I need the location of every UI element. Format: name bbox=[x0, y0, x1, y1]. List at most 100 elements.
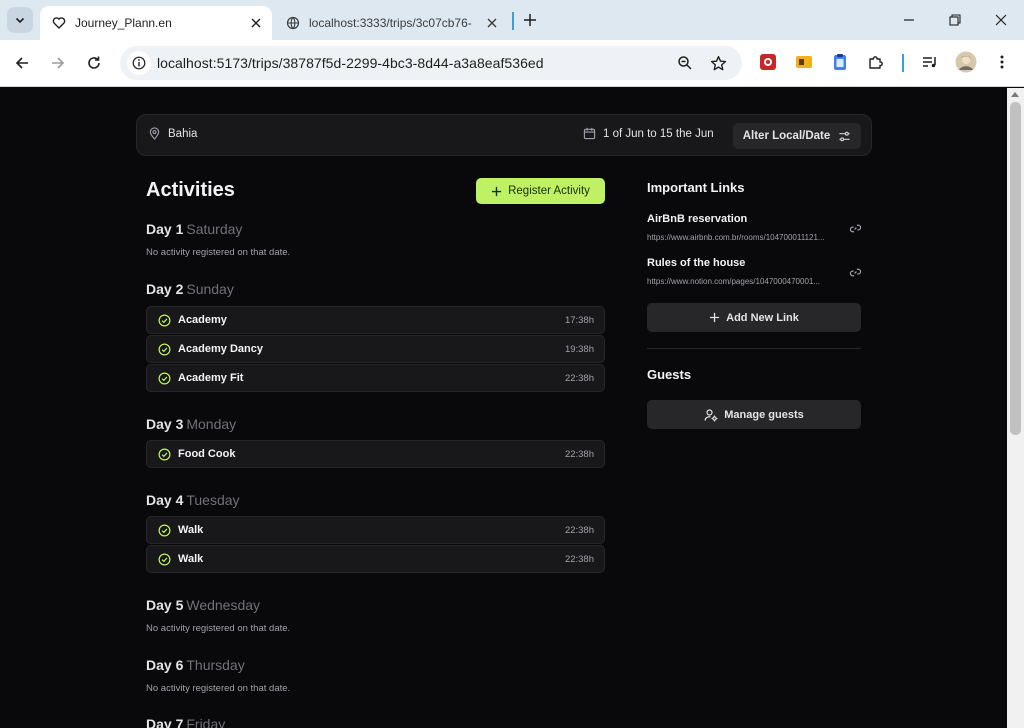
link-name: Rules of the house bbox=[647, 257, 746, 269]
reload-button[interactable] bbox=[80, 49, 108, 77]
activity-name: Academy Fit bbox=[178, 372, 244, 384]
profile-avatar-button[interactable] bbox=[955, 51, 977, 73]
activity-time: 19:38h bbox=[564, 344, 594, 355]
day-weekday: Wednesday bbox=[186, 597, 261, 613]
minimize-button[interactable] bbox=[889, 5, 929, 35]
empty-day-text: No activity registered on that date. bbox=[146, 247, 291, 258]
arrow-left-icon bbox=[15, 57, 28, 69]
close-icon bbox=[995, 14, 1007, 26]
address-bar[interactable]: localhost:5173/trips/38787f5d-2299-4bc3-… bbox=[120, 46, 742, 80]
tab-localhost-3333[interactable]: localhost:3333/trips/3c07cb76- bbox=[280, 6, 508, 40]
activity-name: Food Cook bbox=[178, 448, 236, 460]
zoom-icon bbox=[678, 56, 692, 70]
tab-title: localhost:3333/trips/3c07cb76- bbox=[309, 16, 472, 30]
info-icon bbox=[132, 56, 146, 70]
day-heading: Day 1 Saturday bbox=[146, 221, 242, 237]
avatar-icon bbox=[955, 51, 977, 73]
manage-guests-button[interactable]: Manage guests bbox=[647, 400, 861, 429]
activity-time: 17:38h bbox=[564, 315, 594, 326]
extension-clipboard-button[interactable] bbox=[829, 51, 851, 73]
site-info-button[interactable] bbox=[127, 51, 151, 75]
guests-title: Guests bbox=[647, 367, 692, 382]
browser-menu-button[interactable] bbox=[991, 51, 1013, 73]
day-heading: Day 3 Monday bbox=[146, 416, 236, 432]
toolbar-divider bbox=[902, 54, 904, 72]
check-circle-icon bbox=[158, 314, 171, 327]
extension-red-button[interactable] bbox=[757, 51, 779, 73]
plus-icon bbox=[524, 14, 536, 26]
link-icon[interactable] bbox=[847, 220, 863, 236]
day-number: Day 4 bbox=[146, 492, 184, 508]
tab-journey-plann[interactable]: Journey_Plann.en bbox=[40, 6, 272, 40]
scroll-up-arrow-icon[interactable] bbox=[1011, 92, 1019, 97]
globe-icon bbox=[286, 16, 300, 30]
day-heading: Day 6 Thursday bbox=[146, 657, 245, 673]
day-heading: Day 7 Friday bbox=[146, 716, 225, 728]
section-divider bbox=[647, 348, 861, 349]
activity-item[interactable]: Academy Fit 22:38h bbox=[146, 364, 605, 392]
puzzle-icon bbox=[869, 56, 883, 69]
tab-divider bbox=[512, 12, 514, 30]
plus-icon bbox=[492, 186, 502, 196]
restore-icon bbox=[949, 14, 961, 26]
activity-item[interactable]: Food Cook 22:38h bbox=[146, 440, 605, 468]
forward-button[interactable] bbox=[44, 49, 72, 77]
day-weekday: Sunday bbox=[186, 281, 234, 297]
browser-tab-strip: Journey_Plann.en localhost:3333/trips/3c… bbox=[0, 0, 1024, 40]
link-name: AirBnB reservation bbox=[647, 213, 748, 225]
back-button[interactable] bbox=[8, 49, 36, 77]
trip-header: Bahia 1 of Jun to 15 the Jun Alter Local… bbox=[136, 114, 872, 156]
check-circle-icon bbox=[158, 448, 171, 461]
minimize-icon bbox=[904, 19, 914, 21]
activity-time: 22:38h bbox=[564, 373, 594, 384]
activity-item[interactable]: Walk 22:38h bbox=[146, 545, 605, 573]
close-tab-icon[interactable] bbox=[244, 11, 268, 35]
register-label: Register Activity bbox=[508, 185, 590, 197]
restore-button[interactable] bbox=[935, 5, 975, 35]
browser-toolbar: localhost:5173/trips/38787f5d-2299-4bc3-… bbox=[0, 40, 1024, 87]
activity-item[interactable]: Academy Dancy 19:38h bbox=[146, 335, 605, 363]
day-weekday: Monday bbox=[186, 416, 237, 432]
check-circle-icon bbox=[158, 553, 171, 566]
extensions-button[interactable] bbox=[865, 51, 887, 73]
day-weekday: Thursday bbox=[186, 657, 245, 673]
more-vert-icon bbox=[1000, 55, 1004, 69]
activity-time: 22:38h bbox=[564, 525, 594, 536]
alter-local-date-button[interactable]: Alter Local/Date bbox=[733, 123, 861, 149]
location-text: Bahia bbox=[168, 127, 198, 140]
reload-icon bbox=[88, 56, 100, 69]
map-pin-icon bbox=[149, 127, 160, 140]
new-tab-button[interactable] bbox=[518, 8, 542, 32]
star-icon bbox=[710, 55, 726, 70]
bookmark-button[interactable] bbox=[706, 51, 730, 75]
extension-folder-button[interactable] bbox=[793, 51, 815, 73]
activity-time: 22:38h bbox=[564, 449, 594, 460]
activity-item[interactable]: Academy 17:38h bbox=[146, 306, 605, 334]
link-icon[interactable] bbox=[847, 264, 863, 280]
activity-item[interactable]: Walk 22:38h bbox=[146, 516, 605, 544]
page-scrollbar[interactable] bbox=[1007, 88, 1024, 728]
day-number: Day 1 bbox=[146, 221, 184, 237]
heart-icon bbox=[52, 17, 66, 29]
trip-dates: 1 of Jun to 15 the Jun bbox=[583, 127, 714, 140]
activity-name: Walk bbox=[178, 524, 204, 536]
day-weekday: Tuesday bbox=[186, 492, 240, 508]
day-number: Day 6 bbox=[146, 657, 184, 673]
link-url[interactable]: https://www.notion.com/pages/10470004700… bbox=[647, 277, 839, 286]
register-activity-button[interactable]: Register Activity bbox=[476, 178, 605, 204]
plus-icon bbox=[710, 312, 720, 323]
important-links-title: Important Links bbox=[647, 180, 745, 195]
manage-guests-label: Manage guests bbox=[724, 408, 804, 421]
close-window-button[interactable] bbox=[981, 5, 1021, 35]
trip-page: Bahia 1 of Jun to 15 the Jun Alter Local… bbox=[0, 88, 1007, 728]
zoom-button[interactable] bbox=[673, 51, 697, 75]
scroll-thumb[interactable] bbox=[1010, 102, 1021, 435]
add-new-link-button[interactable]: Add New Link bbox=[647, 303, 861, 332]
extension-red-icon bbox=[760, 54, 776, 70]
close-tab-icon[interactable] bbox=[480, 11, 504, 35]
activities-title: Activities bbox=[146, 179, 235, 201]
check-circle-icon bbox=[158, 343, 171, 356]
tab-search-button[interactable] bbox=[7, 7, 33, 33]
media-control-button[interactable] bbox=[919, 51, 941, 73]
link-url[interactable]: https://www.airbnb.com.br/rooms/10470001… bbox=[647, 233, 839, 242]
